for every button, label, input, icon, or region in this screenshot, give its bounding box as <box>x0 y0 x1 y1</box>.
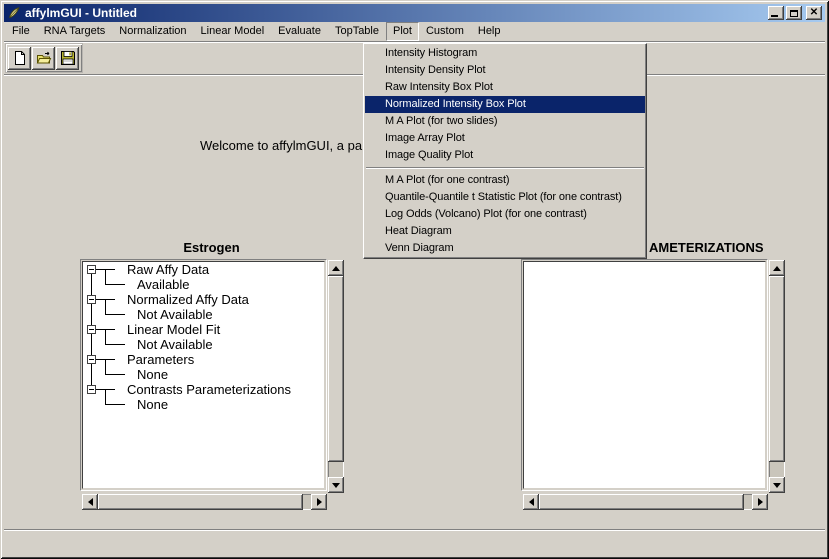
menu-file[interactable]: File <box>5 22 37 41</box>
maximize-icon <box>790 10 798 17</box>
scroll-down-button[interactable] <box>769 477 785 493</box>
tree-node-label[interactable]: Raw Affy Data <box>127 262 209 277</box>
open-file-button[interactable] <box>32 47 55 70</box>
arrow-up-icon <box>332 266 340 271</box>
menu-plot[interactable]: Plot <box>386 22 419 41</box>
arrow-down-icon <box>773 483 781 488</box>
menu-item-normalized-intensity-box-plot[interactable]: Normalized Intensity Box Plot <box>365 96 645 113</box>
menu-item-image-quality-plot[interactable]: Image Quality Plot <box>365 147 645 164</box>
tree-node-label[interactable]: Contrasts Parameterizations <box>127 382 291 397</box>
right-horizontal-scrollbar[interactable] <box>523 494 768 510</box>
save-floppy-icon <box>60 50 76 66</box>
menu-item-raw-intensity-box-plot[interactable]: Raw Intensity Box Plot <box>365 79 645 96</box>
tree-drop-line <box>105 330 106 345</box>
tree-drop-line <box>105 270 106 285</box>
menu-help[interactable]: Help <box>471 22 508 41</box>
tree-child-line <box>105 374 125 375</box>
left-vertical-scrollbar[interactable] <box>328 260 344 493</box>
tree-node-label[interactable]: Parameters <box>127 352 194 367</box>
tree-collapse-toggle[interactable] <box>87 295 96 304</box>
menu-item-ma-plot-one-contrast[interactable]: M A Plot (for one contrast) <box>365 172 645 189</box>
tree-collapse-toggle[interactable] <box>87 265 96 274</box>
plot-menu-popup: Intensity Histogram Intensity Density Pl… <box>363 43 647 259</box>
horizontal-scroll-thumb[interactable] <box>98 494 303 510</box>
tree-drop-line <box>105 360 106 375</box>
tree-child-line <box>105 284 125 285</box>
scroll-right-button[interactable] <box>752 494 768 510</box>
status-tree: Raw Affy Data Available Normalized Affy … <box>83 262 324 488</box>
status-tree-listbox-inner: Raw Affy Data Available Normalized Affy … <box>82 261 325 489</box>
scroll-left-button[interactable] <box>82 494 98 510</box>
titlebar[interactable]: affylmGUI - Untitled ✕ <box>4 4 825 22</box>
menubar: File RNA Targets Normalization Linear Mo… <box>4 22 825 42</box>
arrow-right-icon <box>317 498 322 506</box>
scroll-right-button[interactable] <box>311 494 327 510</box>
menu-custom[interactable]: Custom <box>419 22 471 41</box>
status-tree-listbox[interactable]: Raw Affy Data Available Normalized Affy … <box>80 259 327 491</box>
tree-collapse-toggle[interactable] <box>87 355 96 364</box>
menu-item-intensity-histogram[interactable]: Intensity Histogram <box>365 45 645 62</box>
client-area-bottom-border <box>4 529 825 531</box>
scroll-left-button[interactable] <box>523 494 539 510</box>
left-horizontal-scrollbar[interactable] <box>82 494 327 510</box>
tree-node-status[interactable]: Not Available <box>137 307 213 322</box>
arrow-left-icon <box>529 498 534 506</box>
tree-drop-line <box>105 390 106 405</box>
minimize-button[interactable] <box>768 6 784 20</box>
open-folder-icon <box>36 50 52 66</box>
arrow-up-icon <box>773 266 781 271</box>
right-panel-title: AMETERIZATIONS <box>649 240 764 255</box>
app-window: affylmGUI - Untitled ✕ File RNA Targets … <box>0 0 829 559</box>
tree-drop-line <box>105 300 106 315</box>
menu-item-venn-diagram[interactable]: Venn Diagram <box>365 240 645 257</box>
tree-node-status[interactable]: None <box>137 397 168 412</box>
menu-item-image-array-plot[interactable]: Image Array Plot <box>365 130 645 147</box>
feather-icon <box>7 6 21 20</box>
arrow-right-icon <box>758 498 763 506</box>
welcome-text: Welcome to affylmGUI, a pa <box>200 138 362 153</box>
tree-node-label[interactable]: Linear Model Fit <box>127 322 220 337</box>
contrasts-listbox[interactable] <box>521 259 768 491</box>
scroll-up-button[interactable] <box>328 260 344 276</box>
menu-item-heat-diagram[interactable]: Heat Diagram <box>365 223 645 240</box>
tree-child-line <box>105 344 125 345</box>
horizontal-scroll-thumb[interactable] <box>539 494 744 510</box>
menu-normalization[interactable]: Normalization <box>112 22 193 41</box>
tree-node-status[interactable]: None <box>137 367 168 382</box>
menu-item-intensity-density-plot[interactable]: Intensity Density Plot <box>365 62 645 79</box>
arrow-left-icon <box>88 498 93 506</box>
toolbar <box>6 44 82 72</box>
close-icon: ✕ <box>810 8 818 18</box>
right-vertical-scrollbar[interactable] <box>769 260 785 493</box>
menu-toptable[interactable]: TopTable <box>328 22 386 41</box>
tree-node-status[interactable]: Not Available <box>137 337 213 352</box>
window-title: affylmGUI - Untitled <box>25 6 766 20</box>
minimize-icon <box>771 15 778 17</box>
menu-item-ma-plot-two-slides[interactable]: M A Plot (for two slides) <box>365 113 645 130</box>
vertical-scroll-thumb[interactable] <box>769 276 785 462</box>
contrasts-listbox-inner <box>523 261 766 489</box>
arrow-down-icon <box>332 483 340 488</box>
tree-node-status[interactable]: Available <box>137 277 190 292</box>
menu-separator <box>366 167 644 169</box>
new-file-button[interactable] <box>8 47 31 70</box>
tree-child-line <box>105 404 125 405</box>
menu-rna-targets[interactable]: RNA Targets <box>37 22 113 41</box>
vertical-scroll-thumb[interactable] <box>328 276 344 462</box>
menu-evaluate[interactable]: Evaluate <box>271 22 328 41</box>
save-file-button[interactable] <box>56 47 79 70</box>
menu-item-qq-t-statistic-plot[interactable]: Quantile-Quantile t Statistic Plot (for … <box>365 189 645 206</box>
tree-collapse-toggle[interactable] <box>87 325 96 334</box>
maximize-button[interactable] <box>786 6 802 20</box>
menu-item-log-odds-volcano-plot[interactable]: Log Odds (Volcano) Plot (for one contras… <box>365 206 645 223</box>
left-panel-title: Estrogen <box>80 240 343 255</box>
scroll-up-button[interactable] <box>769 260 785 276</box>
menu-linear-model[interactable]: Linear Model <box>194 22 272 41</box>
tree-child-line <box>105 314 125 315</box>
close-button[interactable]: ✕ <box>806 6 822 20</box>
scroll-down-button[interactable] <box>328 477 344 493</box>
tree-node-label[interactable]: Normalized Affy Data <box>127 292 249 307</box>
tree-collapse-toggle[interactable] <box>87 385 96 394</box>
new-document-icon <box>12 50 28 66</box>
